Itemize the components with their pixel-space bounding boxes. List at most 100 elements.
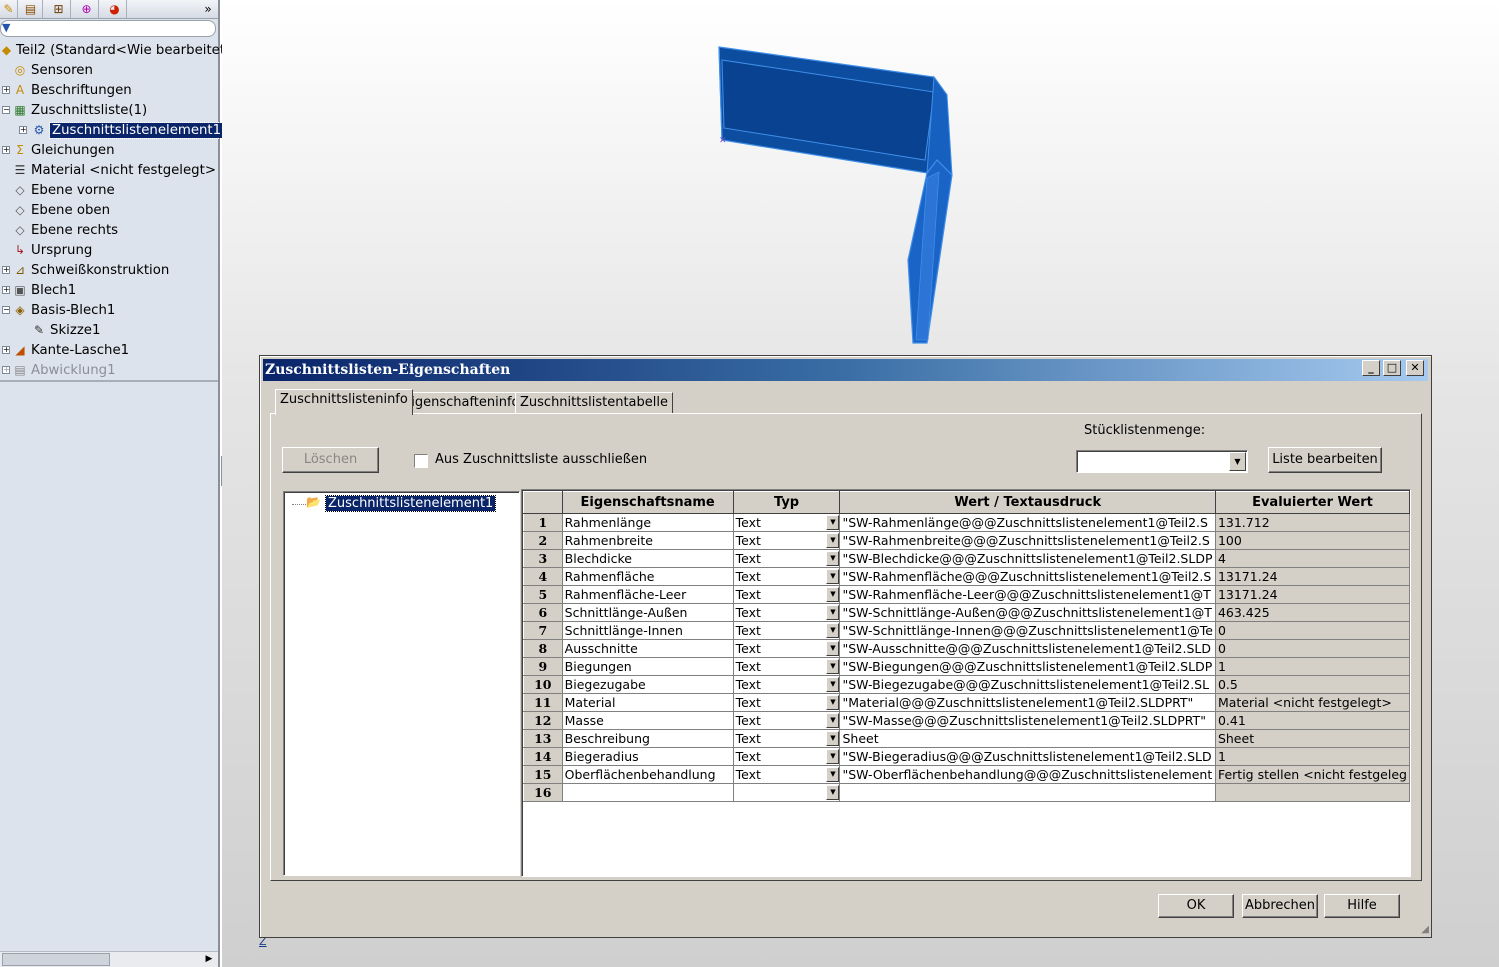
row-number[interactable]: 1	[523, 513, 563, 532]
table-row[interactable]: 4 Rahmenfläche Text ▼ "SW-Rahmenfläche@@@Zus…	[523, 567, 1410, 586]
delete-button[interactable]: Löschen	[282, 447, 379, 473]
tree-item-11[interactable]: + ▣ Blech1	[2, 280, 76, 300]
chevron-down-icon[interactable]: ▼	[826, 749, 839, 764]
type-cell[interactable]: Text ▼	[732, 711, 841, 730]
tab-cut-list-info[interactable]: Zuschnittslisteninfo	[275, 389, 413, 415]
property-name-cell[interactable]: Rahmenfläche-Leer	[561, 585, 734, 604]
table-row[interactable]: 7 Schnittlänge-Innen Text ▼ "SW-Schnittlänge…	[523, 621, 1410, 640]
tree-item-6[interactable]: ◇ Ebene vorne	[12, 180, 114, 200]
value-expression-cell[interactable]: "SW-Biegungen@@@Zuschnittslistenelement1…	[839, 657, 1216, 676]
row-number[interactable]: 12	[523, 711, 563, 730]
property-name-cell[interactable]: Schnittlänge-Innen	[561, 621, 734, 640]
value-expression-cell[interactable]: "SW-Rahmenfläche@@@Zuschnittslisteneleme…	[839, 567, 1216, 586]
display-manager-tab-icon[interactable]: ◕	[103, 0, 127, 18]
property-name-cell[interactable]: Material	[561, 693, 734, 712]
type-cell[interactable]: Text ▼	[732, 657, 841, 676]
minimize-button[interactable]: _	[1362, 360, 1380, 376]
property-name-cell[interactable]: Oberflächenbehandlung	[561, 765, 734, 784]
dimxpert-tab-icon[interactable]: ⊕	[75, 0, 99, 18]
property-name-cell[interactable]: Biegezugabe	[561, 675, 734, 694]
tree-item-7[interactable]: ◇ Ebene oben	[12, 200, 110, 220]
column-header-property-name[interactable]: Eigenschaftsname	[561, 491, 734, 514]
value-expression-cell[interactable]	[839, 783, 1216, 802]
property-name-cell[interactable]: Biegeradius	[561, 747, 734, 766]
expand-icon[interactable]: +	[2, 346, 10, 354]
tree-item-3[interactable]: + ⚙ Zuschnittslistenelement1(1)	[19, 120, 243, 140]
chevron-down-icon[interactable]: ▼	[826, 551, 839, 566]
type-cell[interactable]: Text ▼	[732, 693, 841, 712]
tree-filter-input[interactable]: ▼	[0, 20, 216, 37]
property-name-cell[interactable]	[561, 783, 734, 802]
tab-cut-list-table[interactable]: Zuschnittslistentabelle	[515, 392, 673, 414]
chevron-down-icon[interactable]: ▼	[826, 623, 839, 638]
resize-grip-icon[interactable]: ◢	[1421, 924, 1429, 935]
value-expression-cell[interactable]: "SW-Oberflächenbehandlung@@@Zuschnittsli…	[839, 765, 1216, 784]
row-number[interactable]: 7	[523, 621, 563, 640]
value-expression-cell[interactable]: "SW-Ausschnitte@@@Zuschnittslistenelemen…	[839, 639, 1216, 658]
value-expression-cell[interactable]: "SW-Masse@@@Zuschnittslistenelement1@Tei…	[839, 711, 1216, 730]
tree-item-12[interactable]: − ◈ Basis-Blech1	[2, 300, 115, 320]
table-row[interactable]: 5 Rahmenfläche-Leer Text ▼ "SW-Rahmenfläche-…	[523, 585, 1410, 604]
type-cell[interactable]: Text ▼	[732, 675, 841, 694]
row-number[interactable]: 4	[523, 567, 563, 586]
tree-item-9[interactable]: ↳ Ursprung	[12, 240, 92, 260]
row-number[interactable]: 16	[523, 783, 563, 802]
property-name-cell[interactable]: Masse	[561, 711, 734, 730]
property-name-cell[interactable]: Biegungen	[561, 657, 734, 676]
row-number[interactable]: 9	[523, 657, 563, 676]
dialog-title-bar[interactable]: Zuschnittslisten-Eigenschaften	[263, 359, 1428, 381]
property-name-cell[interactable]: Beschreibung	[561, 729, 734, 748]
chevron-down-icon[interactable]: ▼	[826, 533, 839, 548]
chevron-down-icon[interactable]: ▼	[826, 587, 839, 602]
row-number[interactable]: 14	[523, 747, 563, 766]
table-row[interactable]: 14 Biegeradius Text ▼ "SW-Biegeradius@@@Zusc…	[523, 747, 1410, 766]
table-row[interactable]: 15 Oberflächenbehandlung Text ▼ "SW-Oberfläc…	[523, 765, 1410, 784]
row-number[interactable]: 11	[523, 693, 563, 712]
value-expression-cell[interactable]: "SW-Blechdicke@@@Zuschnittslistenelement…	[839, 549, 1216, 568]
type-cell[interactable]: ▼	[732, 783, 841, 802]
type-cell[interactable]: Text ▼	[732, 729, 841, 748]
tab-property-info[interactable]: Eigenschafteninfo	[398, 392, 525, 414]
value-expression-cell[interactable]: "SW-Schnittlänge-Außen@@@Zuschnittsliste…	[839, 603, 1216, 622]
table-row[interactable]: 3 Blechdicke Text ▼ "SW-Blechdicke@@@Zuschni…	[523, 549, 1410, 568]
close-button[interactable]: ✕	[1406, 360, 1424, 376]
value-expression-cell[interactable]: "SW-Rahmenlänge@@@Zuschnittslistenelemen…	[839, 513, 1216, 532]
property-manager-tab-icon[interactable]: ▤	[19, 0, 43, 18]
configuration-manager-tab-icon[interactable]: ⊞	[47, 0, 71, 18]
scrollbar-thumb[interactable]	[2, 953, 110, 966]
edit-list-button[interactable]: Liste bearbeiten	[1268, 447, 1382, 473]
tree-item-0[interactable]: ◎ Sensoren	[12, 60, 93, 80]
type-cell[interactable]: Text ▼	[732, 621, 841, 640]
tree-horizontal-scrollbar[interactable]: ▶	[0, 951, 218, 967]
chevron-down-icon[interactable]: ▼	[826, 677, 839, 692]
scroll-right-icon[interactable]: ▶	[202, 953, 216, 966]
row-number[interactable]: 3	[523, 549, 563, 568]
value-expression-cell[interactable]: "SW-Biegezugabe@@@Zuschnittslistenelemen…	[839, 675, 1216, 694]
cancel-button[interactable]: Abbrechen	[1242, 894, 1318, 918]
expand-icon[interactable]: +	[2, 286, 10, 294]
table-row[interactable]: 2 Rahmenbreite Text ▼ "SW-Rahmenbreite@@@Zus…	[523, 531, 1410, 550]
chevron-down-icon[interactable]: ▼	[826, 515, 839, 530]
chevron-down-icon[interactable]: ▼	[826, 569, 839, 584]
row-number[interactable]: 5	[523, 585, 563, 604]
table-row[interactable]: 13 Beschreibung Text ▼ Sheet Sheet	[523, 729, 1410, 748]
property-name-cell[interactable]: Rahmenbreite	[561, 531, 734, 550]
type-cell[interactable]: Text ▼	[732, 765, 841, 784]
value-expression-cell[interactable]: "SW-Rahmenbreite@@@Zuschnittslisteneleme…	[839, 531, 1216, 550]
chevron-down-icon[interactable]: ▼	[826, 641, 839, 656]
value-expression-cell[interactable]: "SW-Schnittlänge-Innen@@@Zuschnittsliste…	[839, 621, 1216, 640]
type-cell[interactable]: Text ▼	[732, 549, 841, 568]
column-header-evaluated[interactable]: Evaluierter Wert	[1214, 491, 1410, 514]
ok-button[interactable]: OK	[1158, 894, 1234, 918]
row-number[interactable]: 13	[523, 729, 563, 748]
table-row[interactable]: 12 Masse Text ▼ "SW-Masse@@@Zuschnittslisten…	[523, 711, 1410, 730]
chevron-down-icon[interactable]: ▼	[826, 605, 839, 620]
table-row[interactable]: 6 Schnittlänge-Außen Text ▼ "SW-Schnittlänge…	[523, 603, 1410, 622]
property-name-cell[interactable]: Ausschnitte	[561, 639, 734, 658]
tree-item-13[interactable]: ✎ Skizze1	[31, 320, 100, 340]
bom-quantity-select[interactable]: ▼	[1076, 450, 1248, 473]
tree-root-part[interactable]: ◆ Teil2 (Standard<Wie bearbeitet>	[0, 40, 236, 60]
maximize-button[interactable]: □	[1383, 360, 1401, 376]
row-number[interactable]: 8	[523, 639, 563, 658]
value-expression-cell[interactable]: "SW-Biegeradius@@@Zuschnittslistenelemen…	[839, 747, 1216, 766]
